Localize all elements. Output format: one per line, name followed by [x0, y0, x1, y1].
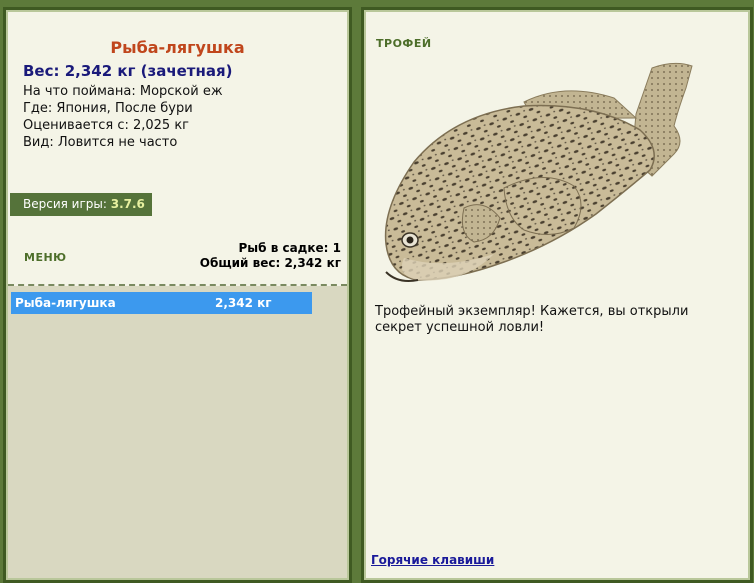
game-version-bar: Версия игры: 3.7.6: [10, 193, 152, 216]
hotkeys-link[interactable]: Горячие клавиши: [371, 553, 494, 567]
keepnet-list: Рыба-лягушка 2,342 кг: [8, 286, 347, 578]
fish-name-title: Рыба-лягушка: [110, 38, 245, 57]
fish-info-panel: Рыба-лягушка Вес: 2,342 кг (зачетная) На…: [3, 7, 352, 583]
list-item[interactable]: Рыба-лягушка 2,342 кг: [11, 292, 312, 314]
version-number: 3.7.6: [110, 197, 145, 211]
fish-rated-from: Оценивается с: 2,025 кг: [23, 118, 190, 133]
fish-bait: На что поймана: Морской еж: [23, 84, 223, 99]
trophy-message: Трофейный экземпляр! Кажется, вы открыли…: [375, 304, 689, 335]
menu-button[interactable]: МЕНЮ: [24, 251, 67, 264]
list-item-weight: 2,342 кг: [215, 296, 272, 310]
fish-location: Где: Япония, После бури: [23, 101, 193, 116]
keepnet-count: Рыб в садке: 1: [238, 241, 342, 255]
keepnet-summary: Рыб в садке: 1 Общий вес: 2,342 кг: [200, 241, 341, 271]
list-item-name: Рыба-лягушка: [15, 296, 116, 310]
fish-weight: Вес: 2,342 кг (зачетная): [23, 62, 233, 80]
trophy-label: ТРОФЕЙ: [376, 37, 432, 50]
frogfish-image: [384, 62, 693, 282]
version-label: Версия игры:: [23, 197, 107, 211]
fish-rarity: Вид: Ловится не часто: [23, 135, 178, 150]
keepnet-total-weight: Общий вес: 2,342 кг: [199, 256, 341, 270]
trophy-panel: ТРОФЕЙ Трофейный экземпляр! Кажется, вы …: [361, 7, 753, 583]
